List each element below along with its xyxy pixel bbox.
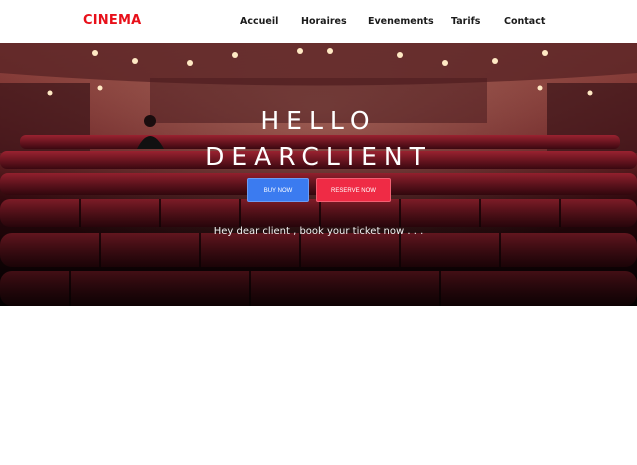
hero-background-image — [0, 43, 637, 306]
buy-now-button[interactable]: BUY NOW — [247, 178, 309, 202]
nav-link-contact[interactable]: Contact — [504, 16, 545, 27]
reserve-now-button[interactable]: RESERVE NOW — [316, 178, 391, 202]
hero-title-line1: HELLO — [260, 106, 377, 135]
hero-title-line2: DEARCLIENT — [205, 142, 432, 171]
nav-link-tarifs[interactable]: Tarifs — [451, 16, 480, 27]
nav-links: Accueil Horaires Evenements Tarifs Conta… — [0, 16, 637, 30]
nav-link-evenements[interactable]: Evenements — [368, 16, 434, 27]
hero-subtitle: Hey dear client , book your ticket now .… — [213, 226, 424, 237]
navbar: CINEMA Accueil Horaires Evenements Tarif… — [0, 0, 637, 43]
hero-section: HELLO DEARCLIENT BUY NOW RESERVE NOW Hey… — [0, 43, 637, 306]
nav-link-horaires[interactable]: Horaires — [301, 16, 347, 27]
nav-link-accueil[interactable]: Accueil — [240, 16, 278, 27]
